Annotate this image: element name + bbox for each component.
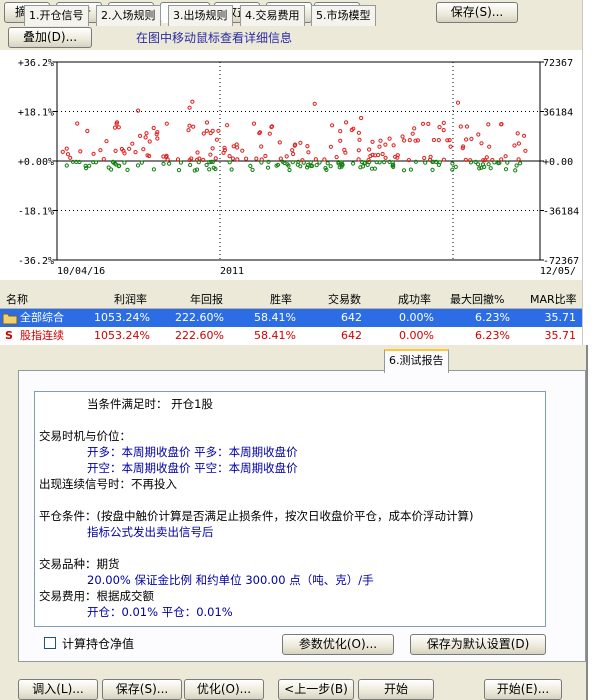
y-tick-label: +36.2% — [18, 58, 54, 69]
col-max-drawdown: 最大回撤% — [450, 293, 505, 306]
row-success-rate: 0.00% — [399, 329, 434, 342]
col-trade-count: 交易数 — [328, 293, 361, 306]
strategy-s-icon: S — [5, 329, 13, 342]
row-mar-ratio: 35.71 — [544, 329, 577, 342]
report-line: 开多：本周期收盘价 平多：本周期收盘价 — [87, 445, 298, 459]
col-mar-ratio: MAR比率 — [530, 293, 577, 306]
y2-tick-label: +0.00 — [543, 157, 573, 168]
row-trade-count: 642 — [341, 329, 362, 342]
save-default-button[interactable]: 保存为默认设置(D) — [410, 634, 546, 655]
tab-market-model[interactable]: 5.市场模型 — [311, 5, 376, 26]
row-win-rate: 58.41% — [254, 311, 296, 324]
y-tick-label: -36.2% — [18, 256, 54, 267]
y-tick-label: +18.1% — [18, 108, 54, 119]
report-line: 指标公式发出卖出信号后 — [87, 525, 214, 539]
report-line: 交易费用：根据成交额 — [39, 589, 154, 603]
tab-entry-rules[interactable]: 2.入场规则 — [96, 5, 161, 26]
report-line: 20.00% 保证金比例 和约单位 300.00 点（吨、克）/手 — [87, 573, 374, 587]
bottom-save-button[interactable]: 保存(S)... — [102, 679, 182, 700]
report-line: 交易品种：期货 — [39, 557, 120, 571]
row-win-rate: 58.41% — [254, 329, 296, 342]
row-name: 全部综合 — [20, 311, 64, 324]
y-tick-label: +0.00% — [18, 157, 54, 168]
optimize-button[interactable]: 优化(O)... — [184, 679, 264, 700]
save-button[interactable]: 保存(S)... — [436, 2, 518, 23]
col-profit-rate: 利润率 — [114, 293, 147, 306]
report-line: 平仓条件：(按盘中触价计算是否满足止损条件，按次日收盘价平仓，成本价浮动计算) — [39, 509, 474, 523]
y2-tick-label: 72367 — [543, 58, 573, 69]
x-tick-label: 12/05/ — [540, 266, 576, 277]
start-button[interactable]: 开始 — [358, 679, 434, 700]
tab-trade-fees[interactable]: 4.交易费用 — [240, 5, 305, 26]
y-tick-label: -18.1% — [18, 207, 54, 218]
col-win-rate: 胜率 — [270, 293, 292, 306]
table-header: 名称 利润率 年回报 胜率 交易数 成功率 最大回撤% MAR比率 — [0, 291, 582, 309]
report-line: 当条件满足时： 开仓1股 — [87, 397, 213, 411]
param-optimize-button[interactable]: 参数优化(O)... — [282, 634, 394, 655]
col-success-rate: 成功率 — [398, 293, 431, 306]
net-value-checkbox[interactable] — [44, 637, 56, 649]
col-name: 名称 — [6, 293, 28, 306]
table-row[interactable]: S 股指连续 1053.24% 222.60% 58.41% 642 0.00%… — [0, 327, 582, 345]
row-trade-count: 642 — [341, 311, 362, 324]
row-annual-return: 222.60% — [175, 329, 224, 342]
window-edge — [582, 0, 600, 345]
report-line: 开空：本周期收盘价 平空：本周期收盘价 — [87, 461, 298, 475]
prev-step-button[interactable]: <上一步(B) — [278, 679, 354, 700]
scatter-chart[interactable]: +36.2% 72367 +18.1% 36184 +0.00% +0.00 -18.1% -… — [0, 50, 582, 280]
report-line: 交易时机与价位： — [39, 429, 131, 443]
info-hint: 在图中移动鼠标查看详细信息 — [136, 31, 293, 45]
y2-tick-label: -36184 — [543, 207, 579, 218]
row-max-drawdown: 6.23% — [475, 311, 510, 324]
x-tick-label: 2011 — [220, 266, 244, 277]
row-mar-ratio: 35.71 — [544, 311, 577, 324]
report-textbox[interactable]: 当条件满足时： 开仓1股 交易时机与价位： 开多：本周期收盘价 平多：本周期收盘… — [34, 391, 546, 627]
tab-exit-rules[interactable]: 3.出场规则 — [168, 5, 233, 26]
start-ellipsis-button[interactable]: 开始(E)... — [484, 679, 562, 700]
report-line: 开仓：0.01% 平仓：0.01% — [87, 605, 233, 619]
row-success-rate: 0.00% — [399, 311, 434, 324]
tab-test-report[interactable]: 6.测试报告 — [384, 349, 449, 373]
row-profit-rate: 1053.24% — [94, 311, 150, 324]
x-tick-label: 10/04/16 — [57, 266, 105, 277]
net-value-label: 计算持仓净值 — [62, 637, 135, 651]
row-profit-rate: 1053.24% — [94, 329, 150, 342]
overlay-button[interactable]: 叠加(D)... — [8, 27, 92, 48]
table-row[interactable]: 全部综合 1053.24% 222.60% 58.41% 642 0.00% 6… — [0, 309, 582, 327]
import-button[interactable]: 调入(L)... — [18, 679, 98, 700]
col-annual-return: 年回报 — [190, 293, 223, 306]
report-line: 出现连续信号时：不再投入 — [39, 477, 177, 491]
window-edge — [586, 345, 600, 700]
tab-open-signal[interactable]: 1.开仓信号 — [24, 5, 89, 26]
results-table: 名称 利润率 年回报 胜率 交易数 成功率 最大回撤% MAR比率 全部综合 1… — [0, 291, 582, 345]
y2-tick-label: 36184 — [543, 108, 573, 119]
row-name: 股指连续 — [20, 329, 64, 342]
row-max-drawdown: 6.23% — [475, 329, 510, 342]
row-annual-return: 222.60% — [175, 311, 224, 324]
